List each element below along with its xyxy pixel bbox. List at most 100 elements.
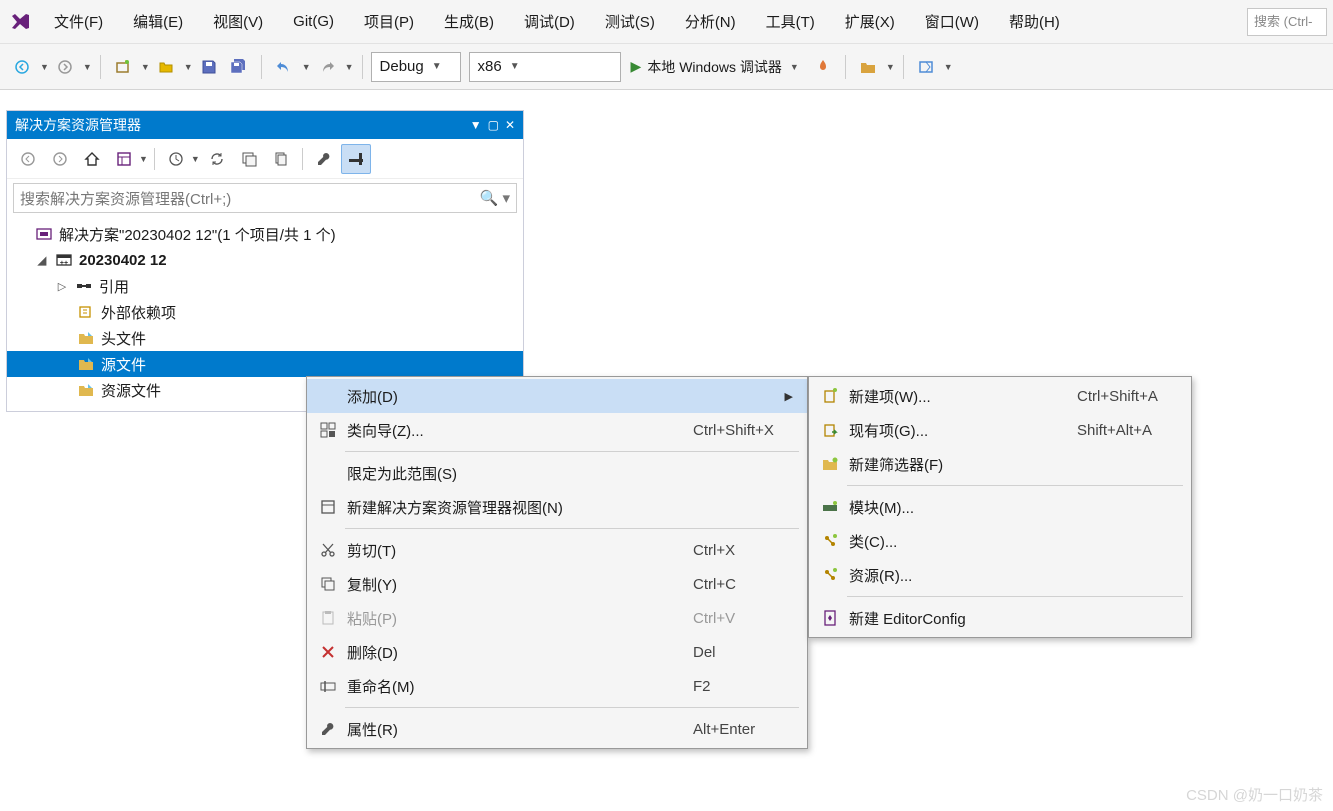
properties-button[interactable] xyxy=(309,144,339,174)
menu-item-label: 重命名(M) xyxy=(347,676,691,697)
menu-item[interactable]: 剪切(T)Ctrl+X xyxy=(307,533,807,567)
menu-item[interactable]: 删除(D)Del xyxy=(307,635,807,669)
sync-button[interactable] xyxy=(202,144,232,174)
context-submenu: 新建项(W)...Ctrl+Shift+A现有项(G)...Shift+Alt+… xyxy=(808,376,1192,638)
pin-dropdown-icon[interactable]: ▼ xyxy=(470,118,482,132)
folder-button[interactable] xyxy=(854,53,882,81)
copy-icon xyxy=(311,576,345,592)
menu-window[interactable]: 窗口(W) xyxy=(913,5,991,38)
solution-node[interactable]: 解决方案"20230402 12"(1 个项目/共 1 个) xyxy=(7,221,523,247)
config-combo[interactable]: Debug▼ xyxy=(371,52,461,82)
forward-button[interactable] xyxy=(45,144,75,174)
menu-bar: 文件(F) 编辑(E) 视图(V) Git(G) 项目(P) 生成(B) 调试(… xyxy=(0,0,1333,44)
expand-arrow-icon[interactable]: ◢ xyxy=(35,254,49,267)
menu-file[interactable]: 文件(F) xyxy=(42,5,115,38)
close-icon[interactable]: ✕ xyxy=(505,118,515,132)
menu-git[interactable]: Git(G) xyxy=(281,7,346,36)
show-all-files-button[interactable] xyxy=(266,144,296,174)
run-button[interactable]: ▶本地 Windows 调试器▼ xyxy=(623,52,807,82)
collapse-all-button[interactable] xyxy=(234,144,264,174)
delete-icon xyxy=(311,645,345,659)
menu-view[interactable]: 视图(V) xyxy=(201,5,275,38)
watermark: CSDN @奶一口奶茶 xyxy=(1186,784,1323,805)
chevron-down-icon: ▼ xyxy=(510,61,520,72)
menu-analyze[interactable]: 分析(N) xyxy=(673,5,748,38)
menu-build[interactable]: 生成(B) xyxy=(432,5,506,38)
newfilter-icon xyxy=(813,457,847,471)
menu-test[interactable]: 测试(S) xyxy=(593,5,667,38)
menu-item-shortcut: Del xyxy=(693,644,793,661)
references-node[interactable]: ▷ 引用 xyxy=(7,273,523,299)
menu-edit[interactable]: 编辑(E) xyxy=(121,5,195,38)
header-files-node[interactable]: 头文件 xyxy=(7,325,523,351)
chevron-down-icon[interactable]: ▼ xyxy=(345,62,354,72)
menu-item-label: 剪切(T) xyxy=(347,540,691,561)
chevron-down-icon[interactable]: ▼ xyxy=(886,62,895,72)
menu-debug[interactable]: 调试(D) xyxy=(512,5,587,38)
menu-item[interactable]: 模块(M)... xyxy=(809,490,1191,524)
vs-logo-icon xyxy=(6,7,36,37)
nav-forward-button[interactable] xyxy=(51,53,79,81)
chevron-down-icon[interactable]: ▼ xyxy=(302,62,311,72)
pending-changes-button[interactable] xyxy=(161,144,191,174)
source-files-node[interactable]: 源文件 xyxy=(7,351,523,377)
save-button[interactable] xyxy=(195,53,223,81)
project-node[interactable]: ◢ ++ 20230402 12 xyxy=(7,247,523,273)
menu-item[interactable]: 新建筛选器(F) xyxy=(809,447,1191,481)
menu-item[interactable]: 类向导(Z)...Ctrl+Shift+X xyxy=(307,413,807,447)
menu-project[interactable]: 项目(P) xyxy=(352,5,426,38)
search-box[interactable]: 搜索 (Ctrl- xyxy=(1247,8,1327,36)
menu-item[interactable]: 现有项(G)...Shift+Alt+A xyxy=(809,413,1191,447)
menu-item-label: 复制(Y) xyxy=(347,574,691,595)
expand-arrow-icon[interactable]: ▷ xyxy=(55,280,69,293)
play-icon: ▶ xyxy=(631,58,642,75)
undo-button[interactable] xyxy=(270,53,298,81)
new-project-button[interactable] xyxy=(109,53,137,81)
menu-item[interactable]: 重命名(M)F2 xyxy=(307,669,807,703)
menu-item[interactable]: 类(C)... xyxy=(809,524,1191,558)
switch-views-button[interactable] xyxy=(109,144,139,174)
solution-search-input[interactable]: 搜索解决方案资源管理器(Ctrl+;) 🔍 ▾ xyxy=(13,183,517,213)
separator xyxy=(345,451,799,452)
chevron-down-icon[interactable]: ▼ xyxy=(40,62,49,72)
menu-item[interactable]: 新建解决方案资源管理器视图(N) xyxy=(307,490,807,524)
maximize-icon[interactable]: ▢ xyxy=(488,118,499,132)
chevron-down-icon[interactable]: ▼ xyxy=(944,62,953,72)
platform-combo[interactable]: x86 ▼ xyxy=(469,52,621,82)
redo-button[interactable] xyxy=(313,53,341,81)
menu-item[interactable]: 新建 EditorConfig xyxy=(809,601,1191,635)
open-file-button[interactable] xyxy=(152,53,180,81)
hot-reload-button[interactable] xyxy=(809,53,837,81)
chevron-down-icon[interactable]: ▼ xyxy=(141,62,150,72)
menu-item[interactable]: 限定为此范围(S) xyxy=(307,456,807,490)
platform-value: x86 xyxy=(478,58,502,75)
filter-icon xyxy=(77,355,95,373)
nav-back-button[interactable] xyxy=(8,53,36,81)
home-button[interactable] xyxy=(77,144,107,174)
menu-item[interactable]: 复制(Y)Ctrl+C xyxy=(307,567,807,601)
menu-item-label: 类(C)... xyxy=(849,531,1075,552)
project-label: 20230402 12 xyxy=(79,252,167,269)
live-share-button[interactable] xyxy=(912,53,940,81)
run-label: 本地 Windows 调试器 xyxy=(647,57,782,77)
menu-extensions[interactable]: 扩展(X) xyxy=(833,5,907,38)
back-button[interactable] xyxy=(13,144,43,174)
separator xyxy=(847,485,1183,486)
menu-item[interactable]: 资源(R)... xyxy=(809,558,1191,592)
menu-item[interactable]: 添加(D)▶ xyxy=(307,379,807,413)
menu-tools[interactable]: 工具(T) xyxy=(754,5,827,38)
rename-icon xyxy=(311,679,345,693)
menu-item-label: 属性(R) xyxy=(347,719,691,740)
chevron-down-icon[interactable]: ▼ xyxy=(184,62,193,72)
menu-item-shortcut: Alt+Enter xyxy=(693,721,793,738)
menu-item-shortcut: Ctrl+C xyxy=(693,576,793,593)
save-all-button[interactable] xyxy=(225,53,253,81)
menu-item[interactable]: 属性(R)Alt+Enter xyxy=(307,712,807,746)
menu-help[interactable]: 帮助(H) xyxy=(997,5,1072,38)
external-deps-node[interactable]: 外部依赖项 xyxy=(7,299,523,325)
menu-item-label: 资源(R)... xyxy=(849,565,1075,586)
menu-item-label: 模块(M)... xyxy=(849,497,1075,518)
preview-button[interactable] xyxy=(341,144,371,174)
chevron-down-icon[interactable]: ▼ xyxy=(83,62,92,72)
menu-item[interactable]: 新建项(W)...Ctrl+Shift+A xyxy=(809,379,1191,413)
